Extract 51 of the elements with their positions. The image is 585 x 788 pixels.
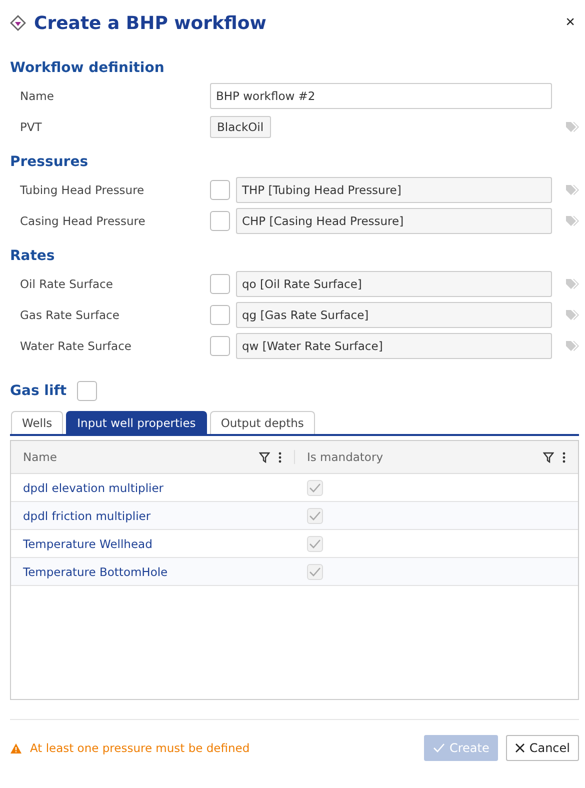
field-label: Oil Rate Surface xyxy=(20,276,114,290)
readonly-field: qg [Gas Rate Surface] xyxy=(236,302,552,328)
close-button[interactable]: × xyxy=(562,14,579,32)
readonly-field: qw [Water Rate Surface] xyxy=(236,332,552,358)
checkbox[interactable] xyxy=(210,180,230,200)
readonly-field: THP [Tubing Head Pressure] xyxy=(236,176,552,202)
field-label: Water Rate Surface xyxy=(20,338,132,352)
tag-icon xyxy=(565,308,579,320)
tab[interactable]: Output depths xyxy=(210,411,315,434)
check-icon xyxy=(433,743,446,753)
column-header: Is mandatory xyxy=(307,450,384,464)
section-heading: Pressures xyxy=(10,154,90,170)
checkbox[interactable] xyxy=(210,274,230,294)
field-label: Gas Rate Surface xyxy=(20,308,120,322)
property-link[interactable]: Temperature BottomHole xyxy=(23,564,168,578)
readonly-field: CHP [Casing Head Pressure] xyxy=(236,208,552,234)
section-heading: Rates xyxy=(10,248,56,264)
filter-icon[interactable] xyxy=(543,452,554,462)
checkbox[interactable] xyxy=(210,210,230,230)
dialog-title: Create a BHP workflow xyxy=(34,12,268,34)
readonly-field: qo [Oil Rate Surface] xyxy=(236,270,552,296)
tag-icon xyxy=(565,340,579,352)
name-field[interactable]: BHP workflow #2 xyxy=(210,82,552,108)
tag-icon xyxy=(565,278,579,290)
field-label: PVT xyxy=(20,120,43,134)
diamond-icon xyxy=(10,15,26,31)
tag-icon xyxy=(565,214,579,226)
section-heading: Gas lift xyxy=(10,383,67,399)
property-link[interactable]: dpdl friction multiplier xyxy=(23,508,151,522)
warning-message: At least one pressure must be defined xyxy=(30,741,251,755)
pvt-chip[interactable]: BlackOil xyxy=(210,116,271,138)
tab[interactable]: Input well properties xyxy=(66,411,207,434)
cancel-button[interactable]: Cancel xyxy=(506,735,579,761)
warning-icon xyxy=(10,742,22,754)
field-label: Tubing Head Pressure xyxy=(20,182,146,196)
checkbox[interactable] xyxy=(210,336,230,356)
property-link[interactable]: dpdl elevation multiplier xyxy=(23,480,164,494)
gas-lift-checkbox[interactable] xyxy=(76,381,97,401)
field-label: Name xyxy=(20,88,55,102)
more-icon[interactable] xyxy=(562,452,566,462)
section-heading: Workflow definition xyxy=(10,60,166,76)
tag-icon xyxy=(565,120,579,132)
close-icon xyxy=(515,743,526,753)
tag-icon xyxy=(565,184,579,196)
filter-icon[interactable] xyxy=(259,452,270,462)
property-link[interactable]: Temperature Wellhead xyxy=(23,536,152,550)
column-header: Name xyxy=(23,450,58,464)
more-icon[interactable] xyxy=(278,452,282,462)
field-label: Casing Head Pressure xyxy=(20,214,146,228)
checkbox[interactable] xyxy=(210,304,230,324)
tab[interactable]: Wells xyxy=(11,411,64,434)
